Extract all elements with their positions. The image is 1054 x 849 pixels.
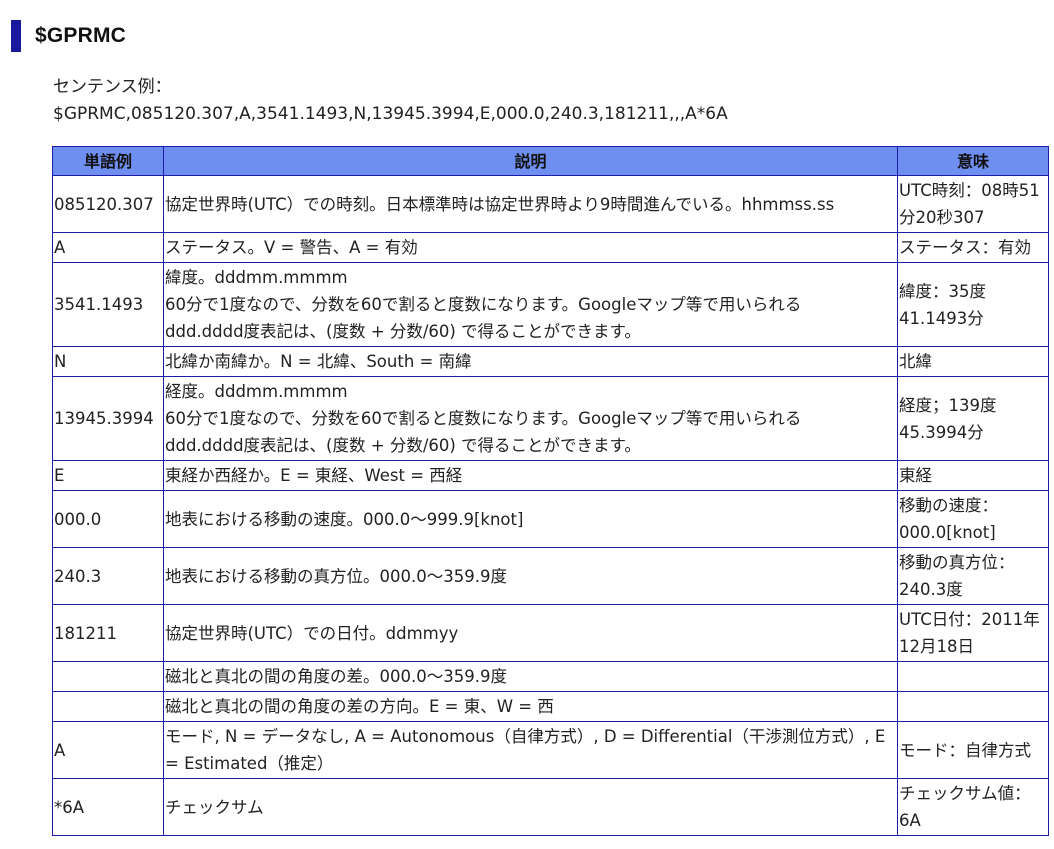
description-cell: 東経か西経か。E = 東経、West = 西経 [163, 460, 898, 491]
word-cell: 085120.307 [52, 175, 164, 233]
header-description: 説明 [163, 146, 898, 176]
heading-accent-bar [11, 20, 21, 52]
word-cell: A [52, 721, 164, 779]
word-cell [52, 691, 164, 722]
sentence-example: センテンス例： $GPRMC,085120.307,A,3541.1493,N,… [53, 74, 728, 128]
description-cell: 磁北と真北の間の角度の差。000.0～359.9度 [163, 661, 898, 692]
table-header-row: 単語例 説明 意味 [52, 146, 1049, 176]
word-cell: 3541.1493 [52, 262, 164, 347]
word-cell: *6A [52, 778, 164, 836]
description-cell: 経度。dddmm.mmmm 60分で1度なので、分数を60で割ると度数になります… [163, 376, 898, 461]
word-cell: 000.0 [52, 490, 164, 548]
meaning-cell: UTC日付：2011年12月18日 [897, 604, 1049, 662]
word-cell: 240.3 [52, 547, 164, 605]
description-cell: 地表における移動の真方位。000.0～359.9度 [163, 547, 898, 605]
meaning-cell: 経度；139度45.3994分 [897, 376, 1049, 461]
description-cell: 緯度。dddmm.mmmm 60分で1度なので、分数を60で割ると度数になります… [163, 262, 898, 347]
page-title: $GPRMC [35, 24, 127, 47]
table-row: A ステータス。V = 警告、A = 有効 ステータス：有効 [52, 232, 1049, 263]
meaning-cell: 移動の速度：000.0[knot] [897, 490, 1049, 548]
table-row: 3541.1493 緯度。dddmm.mmmm 60分で1度なので、分数を60で… [52, 262, 1049, 347]
table-row: N 北緯か南緯か。N = 北緯、South = 南緯 北緯 [52, 346, 1049, 377]
table-row: 240.3 地表における移動の真方位。000.0～359.9度 移動の真方位：2… [52, 547, 1049, 605]
meaning-cell: ステータス：有効 [897, 232, 1049, 263]
table-row: A モード, N = データなし, A = Autonomous（自律方式）, … [52, 721, 1049, 779]
description-cell: チェックサム [163, 778, 898, 836]
description-cell: 協定世界時(UTC）での日付。ddmmyy [163, 604, 898, 662]
example-sentence: $GPRMC,085120.307,A,3541.1493,N,13945.39… [53, 104, 728, 124]
example-label: センテンス例： [53, 77, 172, 97]
meaning-cell: チェックサム値：6A [897, 778, 1049, 836]
table-row: 000.0 地表における移動の速度。000.0～999.9[knot] 移動の速… [52, 490, 1049, 548]
table-row: *6A チェックサム チェックサム値：6A [52, 778, 1049, 836]
table-row: 085120.307 協定世界時(UTC）での時刻。日本標準時は協定世界時より9… [52, 175, 1049, 233]
table-row: 181211 協定世界時(UTC）での日付。ddmmyy UTC日付：2011年… [52, 604, 1049, 662]
table-row: 磁北と真北の間の角度の差の方向。E = 東、W = 西 [52, 691, 1049, 722]
meaning-cell [897, 691, 1049, 722]
description-cell: 地表における移動の速度。000.0～999.9[knot] [163, 490, 898, 548]
header-meaning: 意味 [897, 146, 1049, 176]
meaning-cell: UTC時刻：08時51分20秒307 [897, 175, 1049, 233]
word-cell: 181211 [52, 604, 164, 662]
word-cell: N [52, 346, 164, 377]
meaning-cell: 緯度：35度41.1493分 [897, 262, 1049, 347]
meaning-cell: 移動の真方位：240.3度 [897, 547, 1049, 605]
description-cell: 北緯か南緯か。N = 北緯、South = 南緯 [163, 346, 898, 377]
description-cell: 磁北と真北の間の角度の差の方向。E = 東、W = 西 [163, 691, 898, 722]
word-cell: E [52, 460, 164, 491]
table-row: 13945.3994 経度。dddmm.mmmm 60分で1度なので、分数を60… [52, 376, 1049, 461]
table-row: 磁北と真北の間の角度の差。000.0～359.9度 [52, 661, 1049, 692]
meaning-cell [897, 661, 1049, 692]
meaning-cell: 北緯 [897, 346, 1049, 377]
table-row: E 東経か西経か。E = 東経、West = 西経 東経 [52, 460, 1049, 491]
description-cell: モード, N = データなし, A = Autonomous（自律方式）, D … [163, 721, 898, 779]
meaning-cell: 東経 [897, 460, 1049, 491]
gprmc-table: 単語例 説明 意味 085120.307 協定世界時(UTC）での時刻。日本標準… [52, 146, 1049, 836]
header-word: 単語例 [52, 146, 164, 176]
word-cell [52, 661, 164, 692]
description-cell: 協定世界時(UTC）での時刻。日本標準時は協定世界時より9時間進んでいる。hhm… [163, 175, 898, 233]
word-cell: A [52, 232, 164, 263]
description-cell: ステータス。V = 警告、A = 有効 [163, 232, 898, 263]
meaning-cell: モード：自律方式 [897, 721, 1049, 779]
section-heading: $GPRMC [11, 20, 126, 52]
word-cell: 13945.3994 [52, 376, 164, 461]
